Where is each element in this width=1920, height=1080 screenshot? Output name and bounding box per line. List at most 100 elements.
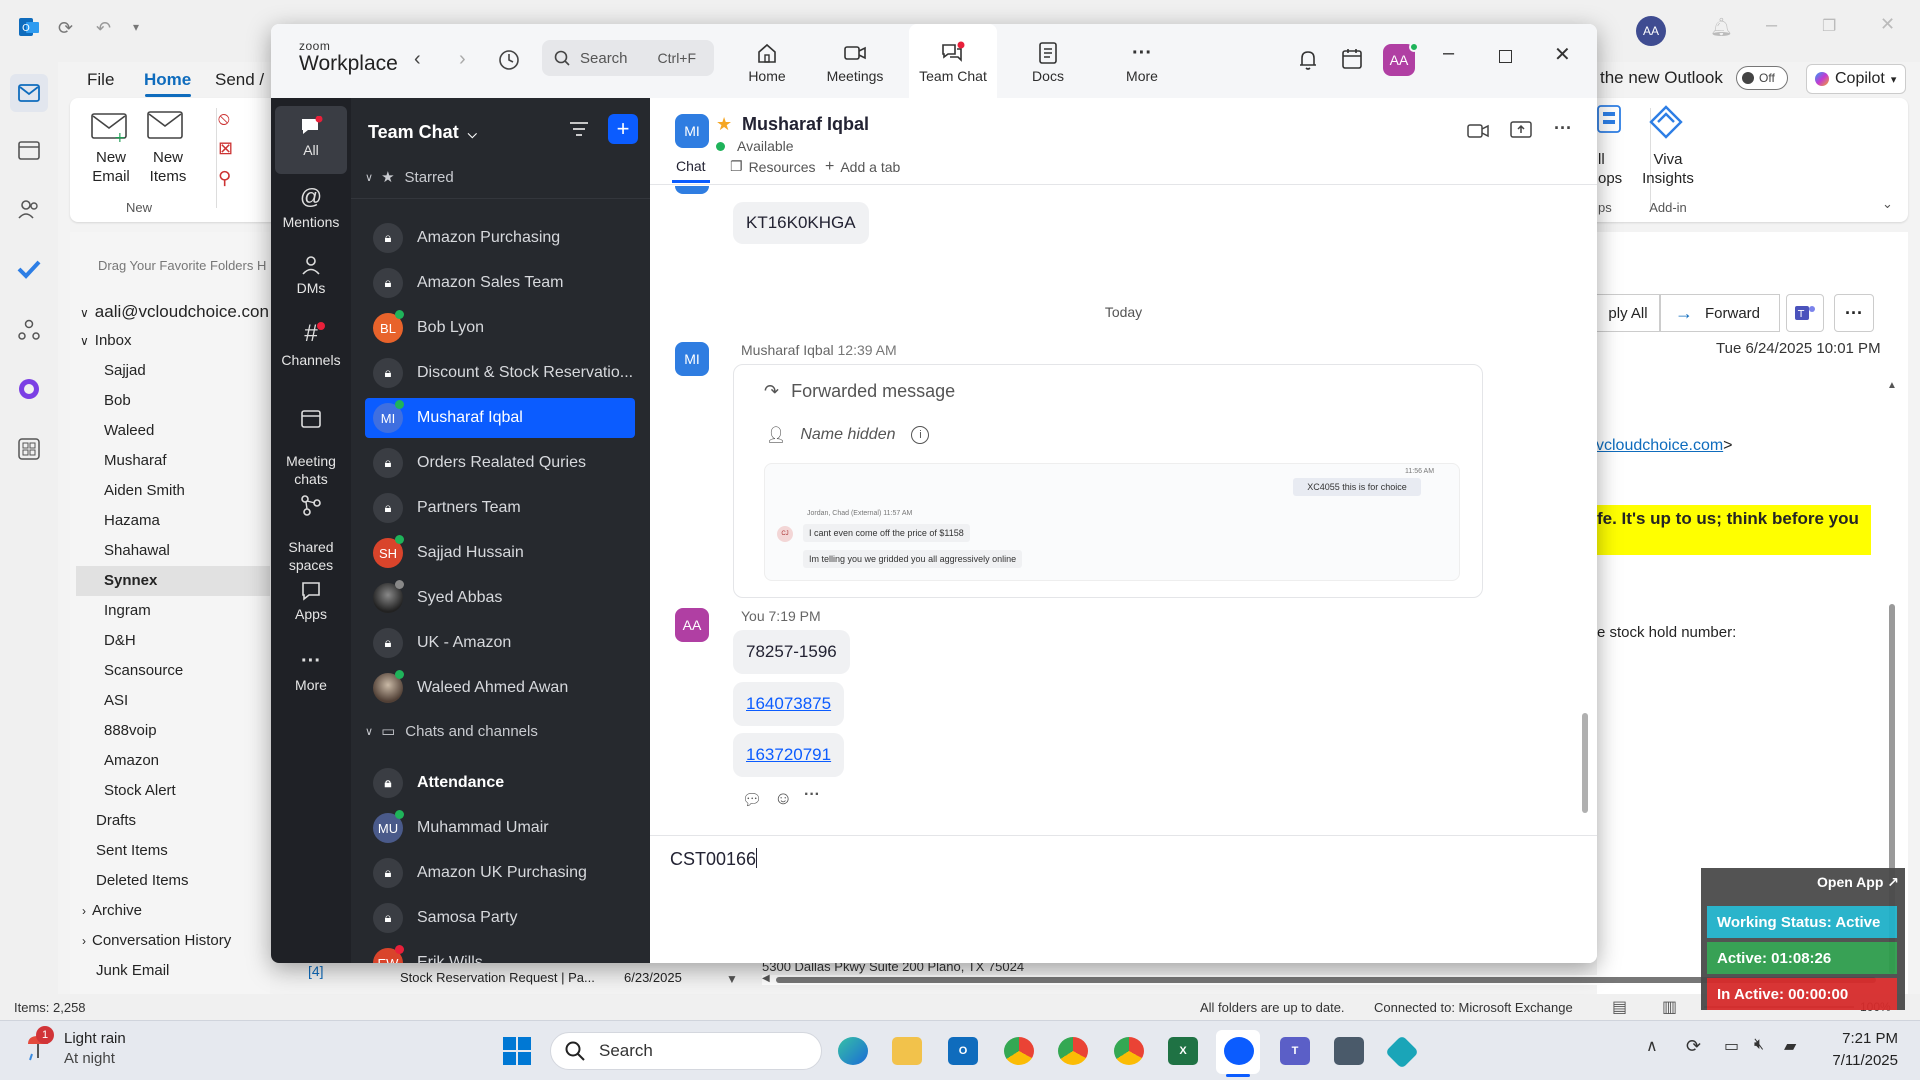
open-app-button[interactable]: Open App ↗ bbox=[1817, 874, 1899, 891]
viva-insights-button[interactable]: Viva Insights bbox=[1638, 150, 1698, 188]
folder-conversation-history[interactable]: › Conversation History bbox=[82, 932, 231, 949]
list-item[interactable]: 🔒︎ Amazon Purchasing bbox=[365, 218, 635, 258]
chrome-profile3-icon[interactable] bbox=[1114, 1037, 1144, 1065]
account-node[interactable]: ∨ aali@vcloudchoice.con bbox=[80, 302, 269, 322]
new-email-button[interactable]: New Email bbox=[88, 148, 134, 186]
list-item[interactable]: 🔒︎ Amazon UK Purchasing bbox=[365, 853, 635, 893]
message-link-bubble[interactable]: 163720791 bbox=[733, 733, 845, 777]
clock-date[interactable]: 7/11/2025 bbox=[1820, 1052, 1898, 1069]
todo-icon[interactable] bbox=[16, 256, 42, 282]
file-explorer-icon[interactable] bbox=[892, 1037, 922, 1065]
subfolder[interactable]: Stock Alert bbox=[104, 782, 176, 799]
forward-icon[interactable]: › bbox=[459, 48, 466, 71]
add-tab-button[interactable]: + Add a tab bbox=[825, 158, 900, 176]
ribbon-tab-home[interactable]: Home bbox=[144, 70, 191, 90]
chat-scrollbar[interactable] bbox=[1582, 713, 1588, 813]
chrome-profile2-icon[interactable] bbox=[1058, 1037, 1088, 1065]
outlook-avatar[interactable]: AA bbox=[1636, 16, 1666, 46]
subfolder[interactable]: Ingram bbox=[104, 602, 151, 619]
outlook-restore-icon[interactable]: ❐ bbox=[1822, 16, 1836, 36]
list-item[interactable]: 🔒︎ Amazon Sales Team bbox=[365, 263, 635, 303]
clock-time[interactable]: 7:21 PM bbox=[1830, 1030, 1898, 1047]
back-icon[interactable]: ‹ bbox=[414, 48, 421, 71]
subfolder-selected[interactable]: Synnex bbox=[104, 572, 157, 589]
reading-more-icon[interactable]: ··· bbox=[1834, 294, 1874, 332]
forward-button[interactable]: → Forward bbox=[1660, 294, 1780, 332]
ribbon-tab-send[interactable]: Send / bbox=[215, 70, 264, 90]
share-screen-icon[interactable] bbox=[1510, 120, 1532, 140]
ignore-icon[interactable]: ⦸ bbox=[218, 108, 230, 129]
notifications-bell-icon[interactable] bbox=[1297, 48, 1319, 72]
folder-inbox[interactable]: ∨ Inbox bbox=[80, 332, 132, 349]
org-explorer-icon[interactable] bbox=[16, 317, 42, 343]
message-bubble[interactable]: KT16K0KHGA bbox=[733, 202, 869, 244]
list-item[interactable]: Syed Abbas bbox=[365, 578, 635, 618]
message-bubble[interactable]: 78257-1596 bbox=[733, 630, 850, 674]
folder-sent[interactable]: Sent Items bbox=[96, 842, 168, 859]
zoom-close-icon[interactable]: ✕ bbox=[1554, 42, 1571, 67]
folder-deleted[interactable]: Deleted Items bbox=[96, 872, 189, 889]
tab-chat[interactable]: Chat bbox=[676, 158, 706, 174]
rail-shared-spaces[interactable]: Shared spaces bbox=[275, 476, 347, 592]
message-link-bubble[interactable]: 164073875 bbox=[733, 682, 845, 726]
list-item[interactable]: Waleed Ahmed Awan bbox=[365, 668, 635, 708]
list-item[interactable]: EW Erik Wills bbox=[365, 943, 635, 963]
excel-icon[interactable]: X bbox=[1168, 1037, 1198, 1065]
tray-battery-icon[interactable]: ▰ bbox=[1784, 1036, 1796, 1056]
subfolder[interactable]: ASI bbox=[104, 692, 128, 709]
outlook-minimize-icon[interactable]: – bbox=[1766, 14, 1777, 37]
subfolder[interactable]: Amazon bbox=[104, 752, 159, 769]
message-more-icon[interactable]: ··· bbox=[804, 786, 820, 804]
team-chat-title[interactable]: Team Chat ⌵ bbox=[368, 122, 477, 143]
new-items-button[interactable]: New Items bbox=[140, 148, 196, 186]
copilot-button[interactable]: Copilot ▾ bbox=[1806, 64, 1906, 94]
reading-view-icon[interactable]: ▥ bbox=[1662, 997, 1677, 1017]
tray-sync-icon[interactable]: ⟳ bbox=[1686, 1036, 1701, 1057]
calendar-schedule-icon[interactable] bbox=[1341, 48, 1363, 70]
outlook-close-icon[interactable]: ✕ bbox=[1880, 14, 1895, 35]
folder-junk[interactable]: Junk Email bbox=[96, 962, 169, 979]
rail-apps[interactable]: Apps bbox=[275, 580, 347, 622]
video-call-icon[interactable] bbox=[1467, 122, 1489, 140]
list-item[interactable]: SH Sajjad Hussain bbox=[365, 533, 635, 573]
folder-archive[interactable]: › Archive bbox=[82, 902, 142, 919]
chat-options-icon[interactable]: ··· bbox=[1554, 118, 1572, 139]
subfolder[interactable]: Scansource bbox=[104, 662, 183, 679]
list-item-selected[interactable]: MI Musharaf Iqbal bbox=[365, 398, 635, 438]
subfolder[interactable]: 888voip bbox=[104, 722, 157, 739]
tray-volume-icon[interactable]: 🔇︎ bbox=[1754, 1036, 1764, 1054]
subfolder[interactable]: Musharaf bbox=[104, 452, 167, 469]
tray-network-icon[interactable]: ▭ bbox=[1724, 1036, 1739, 1056]
chrome-icon[interactable] bbox=[1004, 1037, 1034, 1065]
list-item[interactable]: 🔒︎ Orders Realated Quries bbox=[365, 443, 635, 483]
sweep-icon[interactable]: ⊠ bbox=[218, 138, 233, 159]
nav-meetings[interactable]: Meetings bbox=[811, 24, 899, 98]
more-apps-icon[interactable] bbox=[16, 436, 42, 462]
list-item[interactable]: BL Bob Lyon bbox=[365, 308, 635, 348]
rail-mentions[interactable]: @ Mentions bbox=[275, 184, 347, 230]
list-item[interactable]: 🔒︎ Samosa Party bbox=[365, 898, 635, 938]
people-icon[interactable] bbox=[16, 196, 42, 222]
my-avatar[interactable]: AA bbox=[675, 608, 709, 642]
weather-title[interactable]: Light rain bbox=[64, 1030, 126, 1047]
nav-more[interactable]: ··· More bbox=[1098, 24, 1186, 98]
list-item[interactable]: 🔒︎ Discount & Stock Reservatio... bbox=[365, 353, 635, 393]
ribbon-tab-file[interactable]: File bbox=[87, 70, 114, 90]
nav-team-chat[interactable]: Team Chat bbox=[909, 24, 997, 98]
nav-docs[interactable]: Docs bbox=[1004, 24, 1092, 98]
teams-taskbar-icon[interactable]: T bbox=[1280, 1037, 1310, 1065]
forwarded-message-card[interactable]: ↷ Forwarded message 👤︎ Name hidden i 11:56 … bbox=[733, 364, 1483, 598]
all-apps-button[interactable]: ll ops bbox=[1598, 150, 1622, 188]
zoom-taskbar-icon[interactable] bbox=[1224, 1037, 1254, 1065]
list-item[interactable]: 🔒︎ Partners Team bbox=[365, 488, 635, 528]
nav-home[interactable]: Home bbox=[723, 24, 811, 98]
qat-dropdown-icon[interactable]: ▾ bbox=[133, 20, 139, 34]
tray-overflow-icon[interactable]: ∧ bbox=[1646, 1036, 1658, 1056]
add-reaction-icon[interactable]: ☺ bbox=[774, 788, 792, 809]
subfolder[interactable]: Hazama bbox=[104, 512, 160, 529]
subfolder[interactable]: Waleed bbox=[104, 422, 154, 439]
list-item-subject[interactable]: Stock Reservation Request | Pa... bbox=[400, 970, 595, 985]
teams-share-icon[interactable]: T bbox=[1786, 294, 1824, 332]
tab-resources[interactable]: ❐ Resources bbox=[730, 158, 815, 175]
filter-icon[interactable] bbox=[569, 120, 589, 138]
